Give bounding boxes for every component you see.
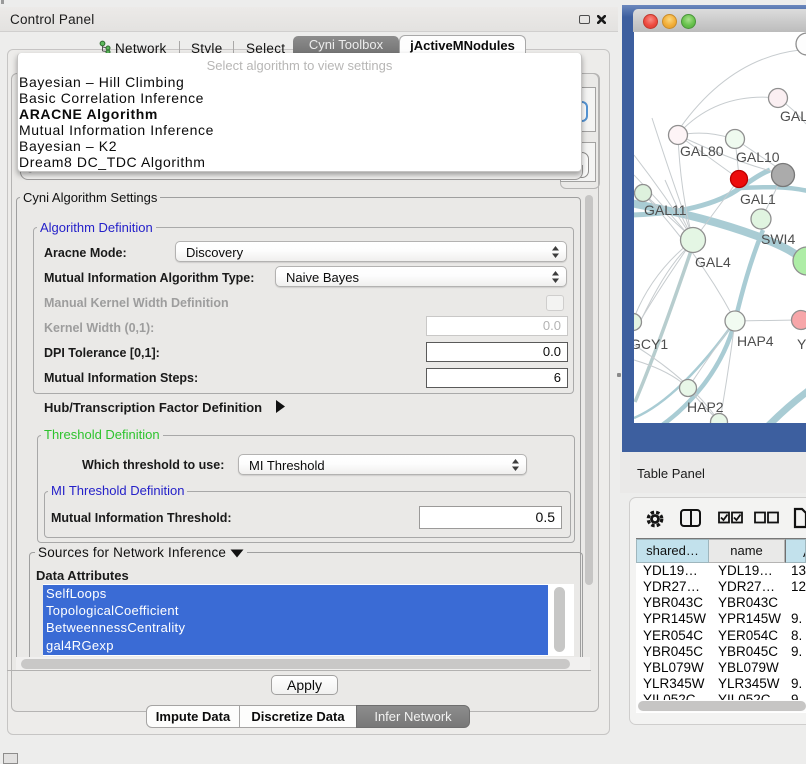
- svg-text:GAL11: GAL11: [644, 202, 687, 218]
- svg-text:GAL10: GAL10: [736, 149, 780, 165]
- svg-text:GAL: GAL: [780, 108, 806, 124]
- svg-text:Y: Y: [797, 336, 806, 352]
- svg-text:GAL80: GAL80: [680, 143, 724, 159]
- svg-text:HAP4: HAP4: [737, 333, 774, 349]
- svg-text:GAL1: GAL1: [740, 191, 776, 207]
- svg-text:SWI4: SWI4: [761, 231, 795, 247]
- svg-text:GAL4: GAL4: [695, 254, 731, 270]
- svg-text:HAP2: HAP2: [687, 399, 724, 415]
- svg-text:GCY1: GCY1: [634, 336, 668, 352]
